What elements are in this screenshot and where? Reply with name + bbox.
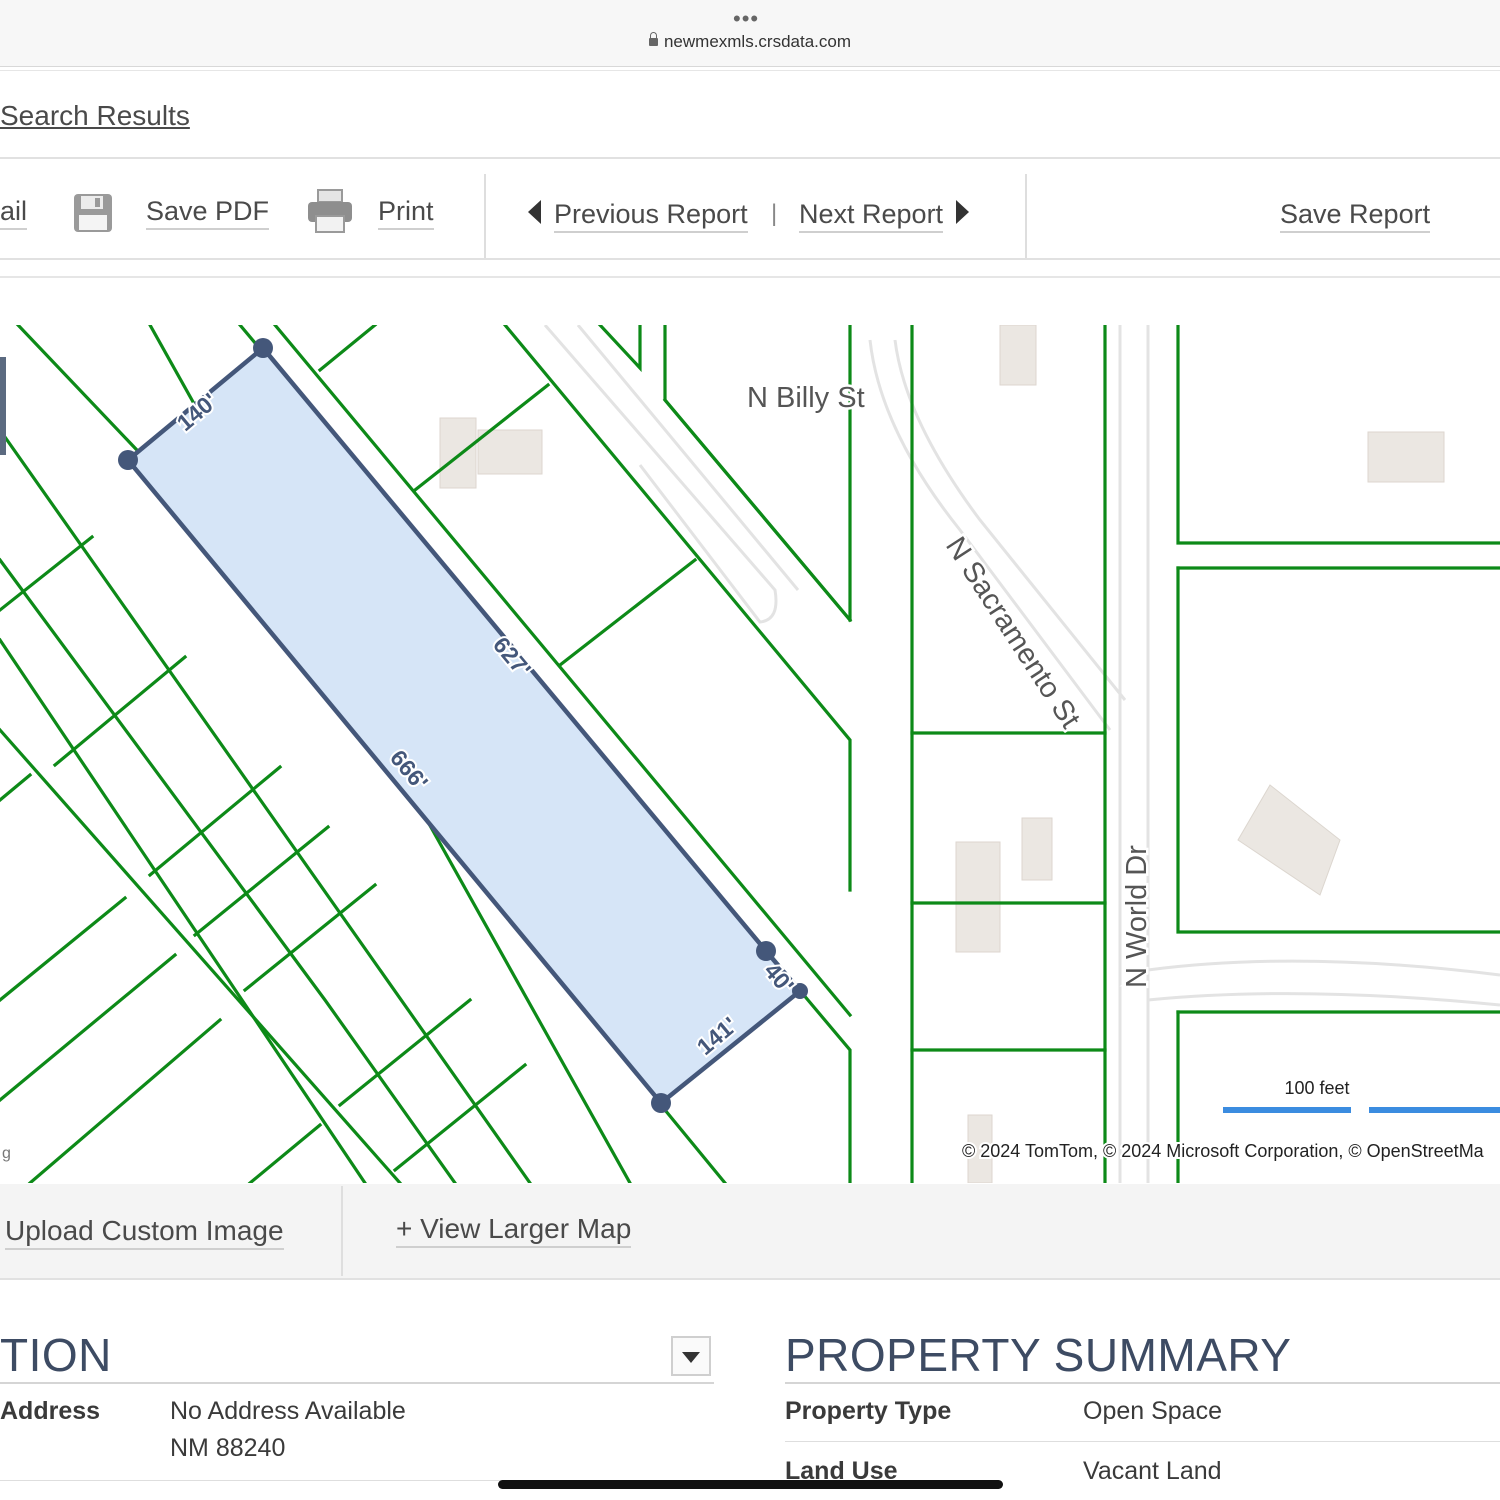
home-indicator[interactable] bbox=[498, 1480, 1003, 1489]
street-label-billy: N Billy St bbox=[747, 382, 865, 414]
chevron-down-icon bbox=[682, 1352, 700, 1363]
url-display[interactable]: newmexmls.crsdata.com bbox=[0, 32, 1500, 52]
nav-separator: | bbox=[771, 200, 778, 227]
property-type-value: Open Space bbox=[1083, 1397, 1222, 1425]
property-type-label: Property Type bbox=[785, 1397, 952, 1425]
scale-bar bbox=[1369, 1107, 1500, 1113]
map-attribution: © 2024 TomTom, © 2024 Microsoft Corporat… bbox=[962, 1141, 1485, 1161]
section-underline bbox=[0, 1382, 714, 1384]
search-results-link[interactable]: Search Results bbox=[0, 100, 190, 132]
toolbar-divider bbox=[1025, 174, 1027, 258]
more-options-icon[interactable]: ••• bbox=[733, 6, 759, 32]
address-label: Address bbox=[0, 1397, 101, 1425]
save-pdf-icon[interactable] bbox=[72, 192, 114, 234]
parcel-map-canvas[interactable]: 140' 627' 666' 40' 141' N Billy St N Sac… bbox=[0, 325, 1500, 1183]
address-line2: NM 88240 bbox=[170, 1434, 286, 1462]
property-summary-title: PROPERTY SUMMARY bbox=[785, 1329, 1292, 1381]
previous-report-button[interactable]: Previous Report bbox=[554, 199, 748, 233]
email-link[interactable]: ail bbox=[0, 196, 28, 230]
map-logo-fragment: g bbox=[2, 1145, 11, 1162]
next-report-button[interactable]: Next Report bbox=[799, 199, 944, 233]
printer-icon[interactable] bbox=[306, 188, 354, 236]
parcel-map[interactable]: 140' 627' 666' 40' 141' N Billy St N Sac… bbox=[0, 325, 1500, 1183]
action-divider bbox=[341, 1186, 343, 1276]
caret-left-icon[interactable] bbox=[528, 200, 542, 224]
street-label-world: N World Dr bbox=[1121, 845, 1153, 988]
print-button[interactable]: Print bbox=[378, 196, 434, 230]
breadcrumb bbox=[0, 70, 1500, 159]
scale-label: 100 feet bbox=[1284, 1078, 1349, 1098]
caret-right-icon[interactable] bbox=[955, 200, 969, 224]
toolbar-divider bbox=[484, 174, 486, 258]
view-larger-map-button[interactable]: + View Larger Map bbox=[396, 1213, 632, 1248]
section-collapse-toggle[interactable] bbox=[671, 1336, 711, 1376]
location-section-title: TION bbox=[0, 1329, 112, 1381]
address-line1: No Address Available bbox=[170, 1397, 406, 1425]
scale-bar bbox=[1223, 1107, 1351, 1113]
upload-custom-image-button[interactable]: Upload Custom Image bbox=[5, 1215, 284, 1250]
lock-icon bbox=[648, 32, 658, 46]
map-control-edge[interactable] bbox=[0, 357, 6, 455]
row-divider bbox=[785, 1441, 1500, 1442]
save-report-button[interactable]: Save Report bbox=[1280, 199, 1431, 233]
url-text: newmexmls.crsdata.com bbox=[663, 32, 852, 51]
land-use-value: Vacant Land bbox=[1083, 1457, 1222, 1485]
section-underline bbox=[785, 1382, 1500, 1384]
save-pdf-button[interactable]: Save PDF bbox=[146, 196, 270, 230]
